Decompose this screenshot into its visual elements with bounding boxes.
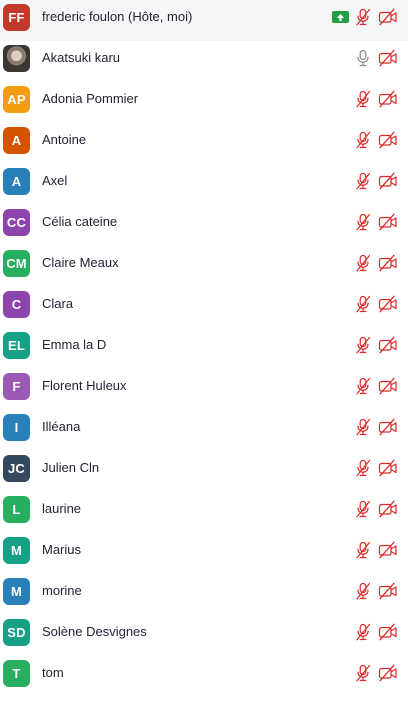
mic-muted-icon[interactable] xyxy=(355,213,371,231)
participant-row[interactable]: CC Célia cateine xyxy=(0,205,408,246)
mic-muted-icon[interactable] xyxy=(355,295,371,313)
participant-name: Akatsuki karu xyxy=(42,50,121,65)
participant-row[interactable]: C Clara xyxy=(0,287,408,328)
participant-name: frederic foulon (Hôte, moi) xyxy=(42,9,193,24)
video-off-icon[interactable] xyxy=(378,172,398,190)
avatar: SD xyxy=(3,619,30,646)
mic-muted-icon[interactable] xyxy=(355,172,371,190)
participant-name: Emma la D xyxy=(42,337,107,352)
participant-name: tom xyxy=(42,665,64,680)
participant-name: laurine xyxy=(42,501,82,516)
mic-muted-icon[interactable] xyxy=(355,500,371,518)
participant-name: Julien Cln xyxy=(42,460,100,475)
participant-name: morine xyxy=(42,583,82,598)
video-off-icon[interactable] xyxy=(378,49,398,67)
participant-name: Florent Huleux xyxy=(42,378,127,393)
video-off-icon[interactable] xyxy=(378,336,398,354)
video-off-icon[interactable] xyxy=(378,582,398,600)
participant-row[interactable]: Mmorine xyxy=(0,574,408,615)
participant-name: Solène Desvignes xyxy=(42,624,147,639)
participant-row[interactable]: Llaurine xyxy=(0,492,408,533)
participant-row[interactable]: FF frederic foulon (Hôte, moi) xyxy=(0,0,408,41)
participant-row[interactable]: EL Emma la D xyxy=(0,328,408,369)
participant-row[interactable]: A Axel xyxy=(0,164,408,205)
participant-name: Marius xyxy=(42,542,82,557)
video-off-icon[interactable] xyxy=(378,8,398,26)
avatar: M xyxy=(3,578,30,605)
video-off-icon[interactable] xyxy=(378,664,398,682)
mic-muted-icon[interactable] xyxy=(355,377,371,395)
participant-row[interactable]: Akatsuki karu xyxy=(0,41,408,82)
mic-muted-icon[interactable] xyxy=(355,582,371,600)
avatar: L xyxy=(3,496,30,523)
mic-muted-icon[interactable] xyxy=(355,131,371,149)
participants-list: FF frederic foulon (Hôte, moi) Akatsuki ka… xyxy=(0,0,408,697)
video-off-icon[interactable] xyxy=(378,500,398,518)
participant-name: Célia cateine xyxy=(42,214,118,229)
video-off-icon[interactable] xyxy=(378,623,398,641)
video-off-icon[interactable] xyxy=(378,377,398,395)
participant-row[interactable]: SD Solène Desvignes xyxy=(0,615,408,656)
share-arrow-icon[interactable] xyxy=(332,11,349,23)
participant-name: Clara xyxy=(42,296,74,311)
participant-row[interactable]: F Florent Huleux xyxy=(0,369,408,410)
video-off-icon[interactable] xyxy=(378,295,398,313)
mic-muted-icon[interactable] xyxy=(355,418,371,436)
mic-muted-icon[interactable] xyxy=(355,459,371,477)
video-off-icon[interactable] xyxy=(378,131,398,149)
video-off-icon[interactable] xyxy=(378,541,398,559)
avatar: F xyxy=(3,373,30,400)
avatar: FF xyxy=(3,4,30,31)
participant-name: Claire Meaux xyxy=(42,255,119,270)
avatar: CC xyxy=(3,209,30,236)
participant-name: Axel xyxy=(42,173,68,188)
avatar: M xyxy=(3,537,30,564)
participant-name: Antoine xyxy=(42,132,87,147)
participant-row[interactable]: Ttom xyxy=(0,656,408,697)
mic-muted-icon[interactable] xyxy=(355,336,371,354)
mic-muted-icon[interactable] xyxy=(355,623,371,641)
participant-row[interactable]: A Antoine xyxy=(0,123,408,164)
participant-name: Illéana xyxy=(42,419,81,434)
avatar: EL xyxy=(3,332,30,359)
participant-name: Adonia Pommier xyxy=(42,91,139,106)
avatar: JC xyxy=(3,455,30,482)
avatar: AP xyxy=(3,86,30,113)
avatar: T xyxy=(3,660,30,687)
avatar: A xyxy=(3,168,30,195)
mic-muted-icon[interactable] xyxy=(355,8,371,26)
video-off-icon[interactable] xyxy=(378,254,398,272)
avatar xyxy=(3,45,30,72)
video-off-icon[interactable] xyxy=(378,459,398,477)
participant-row[interactable]: I Illéana xyxy=(0,410,408,451)
mic-muted-icon[interactable] xyxy=(355,254,371,272)
avatar: C xyxy=(3,291,30,318)
participant-row[interactable]: AP Adonia Pommier xyxy=(0,82,408,123)
participant-row[interactable]: M Marius xyxy=(0,533,408,574)
participant-row[interactable]: JC Julien Cln xyxy=(0,451,408,492)
video-off-icon[interactable] xyxy=(378,213,398,231)
video-off-icon[interactable] xyxy=(378,418,398,436)
mic-muted-icon[interactable] xyxy=(355,541,371,559)
mic-muted-icon[interactable] xyxy=(355,664,371,682)
video-off-icon[interactable] xyxy=(378,90,398,108)
mic-muted-icon[interactable] xyxy=(355,90,371,108)
avatar: I xyxy=(3,414,30,441)
avatar: CM xyxy=(3,250,30,277)
participant-row[interactable]: CM Claire Meaux xyxy=(0,246,408,287)
avatar: A xyxy=(3,127,30,154)
mic-icon[interactable] xyxy=(355,49,371,67)
